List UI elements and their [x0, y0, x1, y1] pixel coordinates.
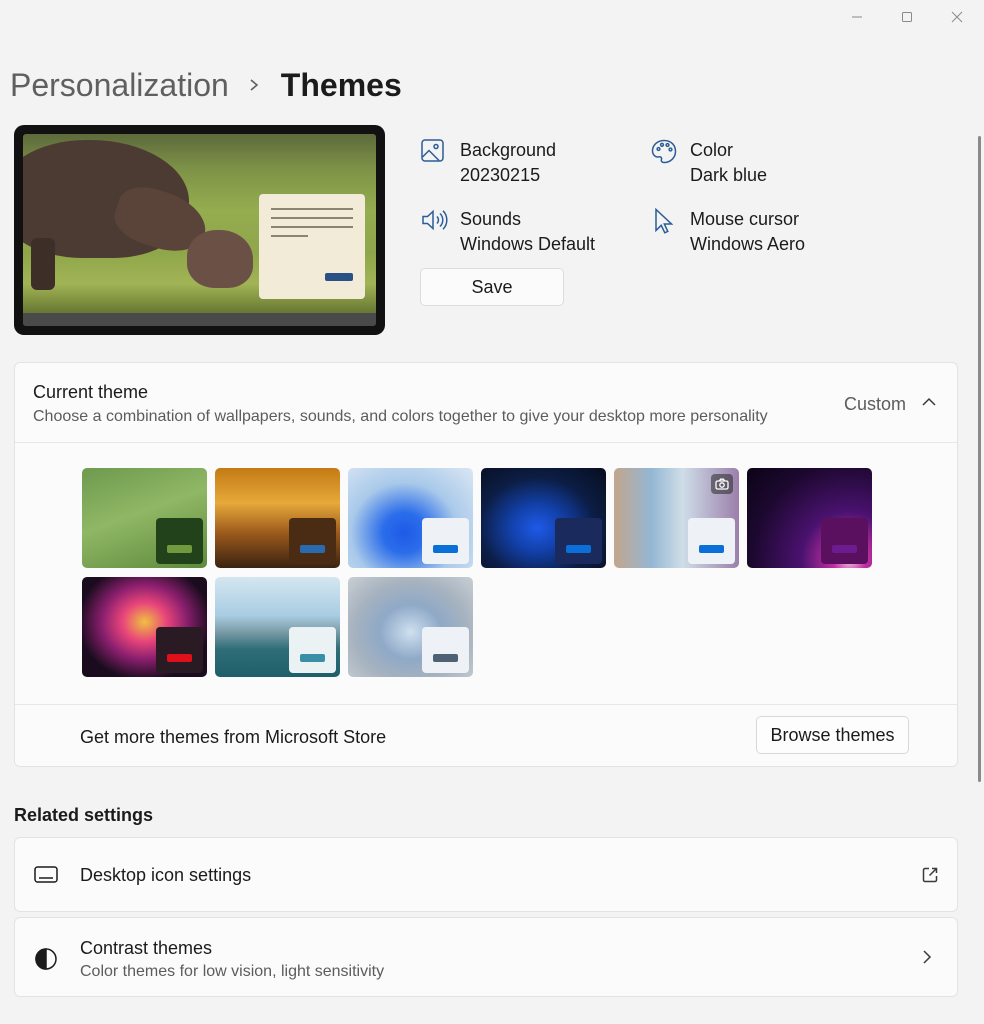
- monitor-icon: [33, 864, 59, 891]
- current-theme-header[interactable]: Current theme Choose a combination of wa…: [15, 363, 957, 443]
- store-text: Get more themes from Microsoft Store: [80, 727, 387, 747]
- close-icon: [951, 11, 963, 23]
- color-label: Color: [690, 140, 734, 160]
- preview-accent-button: [325, 273, 353, 281]
- theme-accent: [167, 654, 192, 662]
- maximize-button[interactable]: [884, 6, 930, 28]
- preview-wallpaper: [23, 134, 376, 326]
- theme-thumbnail[interactable]: [747, 468, 872, 568]
- mouse-cursor-value: Windows Aero: [690, 234, 806, 254]
- chevron-right-icon: [249, 78, 259, 92]
- image-icon: [420, 138, 450, 168]
- camera-icon: [711, 474, 733, 494]
- chevron-up-icon[interactable]: [921, 395, 937, 413]
- theme-accent: [433, 545, 458, 553]
- theme-thumbnail[interactable]: [614, 468, 739, 568]
- preview-window: [259, 194, 365, 299]
- microsoft-store-row: Get more themes from Microsoft Store Bro…: [15, 704, 957, 767]
- minimize-icon: [852, 16, 862, 18]
- sounds-value: Windows Default: [460, 234, 596, 254]
- theme-accent: [699, 545, 724, 553]
- preview-line: [271, 208, 353, 210]
- contrast-themes-title: Contrast themes: [80, 938, 213, 958]
- theme-swatch: [422, 518, 469, 564]
- theme-accent: [832, 545, 857, 553]
- current-theme-description: Choose a combination of wallpapers, soun…: [33, 408, 768, 425]
- save-button[interactable]: Save: [420, 268, 564, 306]
- baby-hippo-shape: [187, 230, 253, 288]
- preview-line: [271, 235, 308, 237]
- theme-thumbnail[interactable]: [215, 577, 340, 677]
- breadcrumb: Personalization Themes: [10, 62, 402, 108]
- breadcrumb-parent[interactable]: Personalization: [10, 67, 229, 104]
- current-theme-card: Current theme Choose a combination of wa…: [14, 362, 958, 767]
- theme-preview: [14, 125, 385, 335]
- mouse-cursor-property[interactable]: Mouse cursor Windows Aero: [650, 207, 870, 257]
- background-label: Background: [460, 140, 557, 160]
- page-title: Themes: [280, 66, 402, 103]
- contrast-themes-row[interactable]: Contrast themes Color themes for low vis…: [14, 917, 958, 997]
- preview-line: [271, 217, 353, 219]
- contrast-themes-subtitle: Color themes for low vision, light sensi…: [80, 963, 385, 980]
- theme-thumbnail[interactable]: [215, 468, 340, 568]
- current-theme-value: Custom: [844, 394, 907, 414]
- background-property[interactable]: Background 20230215: [420, 138, 640, 188]
- theme-swatch: [156, 518, 203, 564]
- palette-icon: [650, 138, 680, 168]
- chevron-right-icon: [921, 949, 933, 970]
- desktop-icon-settings-title: Desktop icon settings: [80, 865, 252, 885]
- theme-thumbnail[interactable]: [348, 468, 473, 568]
- related-settings-title: Related settings: [14, 805, 154, 825]
- sounds-property[interactable]: Sounds Windows Default: [420, 207, 640, 257]
- theme-swatch: [555, 518, 602, 564]
- mouse-cursor-label: Mouse cursor: [690, 209, 800, 229]
- color-property[interactable]: Color Dark blue: [650, 138, 870, 188]
- theme-swatch: [821, 518, 868, 564]
- theme-accent: [566, 545, 591, 553]
- background-value: 20230215: [460, 165, 541, 185]
- scrollbar[interactable]: [978, 136, 981, 782]
- theme-thumbnail[interactable]: [348, 577, 473, 677]
- theme-accent: [167, 545, 192, 553]
- browse-themes-button[interactable]: Browse themes: [756, 716, 909, 754]
- theme-accent: [300, 545, 325, 553]
- minimize-button[interactable]: [834, 6, 880, 28]
- theme-thumbnail[interactable]: [82, 577, 207, 677]
- hippo-leg-shape: [31, 238, 55, 290]
- maximize-icon: [902, 12, 912, 22]
- theme-accent: [300, 654, 325, 662]
- close-button[interactable]: [934, 6, 980, 28]
- theme-accent: [433, 654, 458, 662]
- theme-swatch: [289, 518, 336, 564]
- preview-taskbar: [23, 313, 376, 326]
- current-theme-title: Current theme: [33, 382, 149, 402]
- contrast-icon: [33, 946, 59, 977]
- theme-swatch: [156, 627, 203, 673]
- color-value: Dark blue: [690, 165, 768, 185]
- theme-swatch: [688, 518, 735, 564]
- sounds-label: Sounds: [460, 209, 522, 229]
- cursor-icon: [650, 207, 680, 237]
- theme-swatch: [289, 627, 336, 673]
- desktop-icon-settings-row[interactable]: Desktop icon settings: [14, 837, 958, 912]
- external-link-icon: [921, 866, 939, 889]
- theme-swatch: [422, 627, 469, 673]
- preview-line: [271, 226, 353, 228]
- theme-thumbnail[interactable]: [82, 468, 207, 568]
- theme-thumbnail[interactable]: [481, 468, 606, 568]
- speaker-icon: [420, 207, 450, 237]
